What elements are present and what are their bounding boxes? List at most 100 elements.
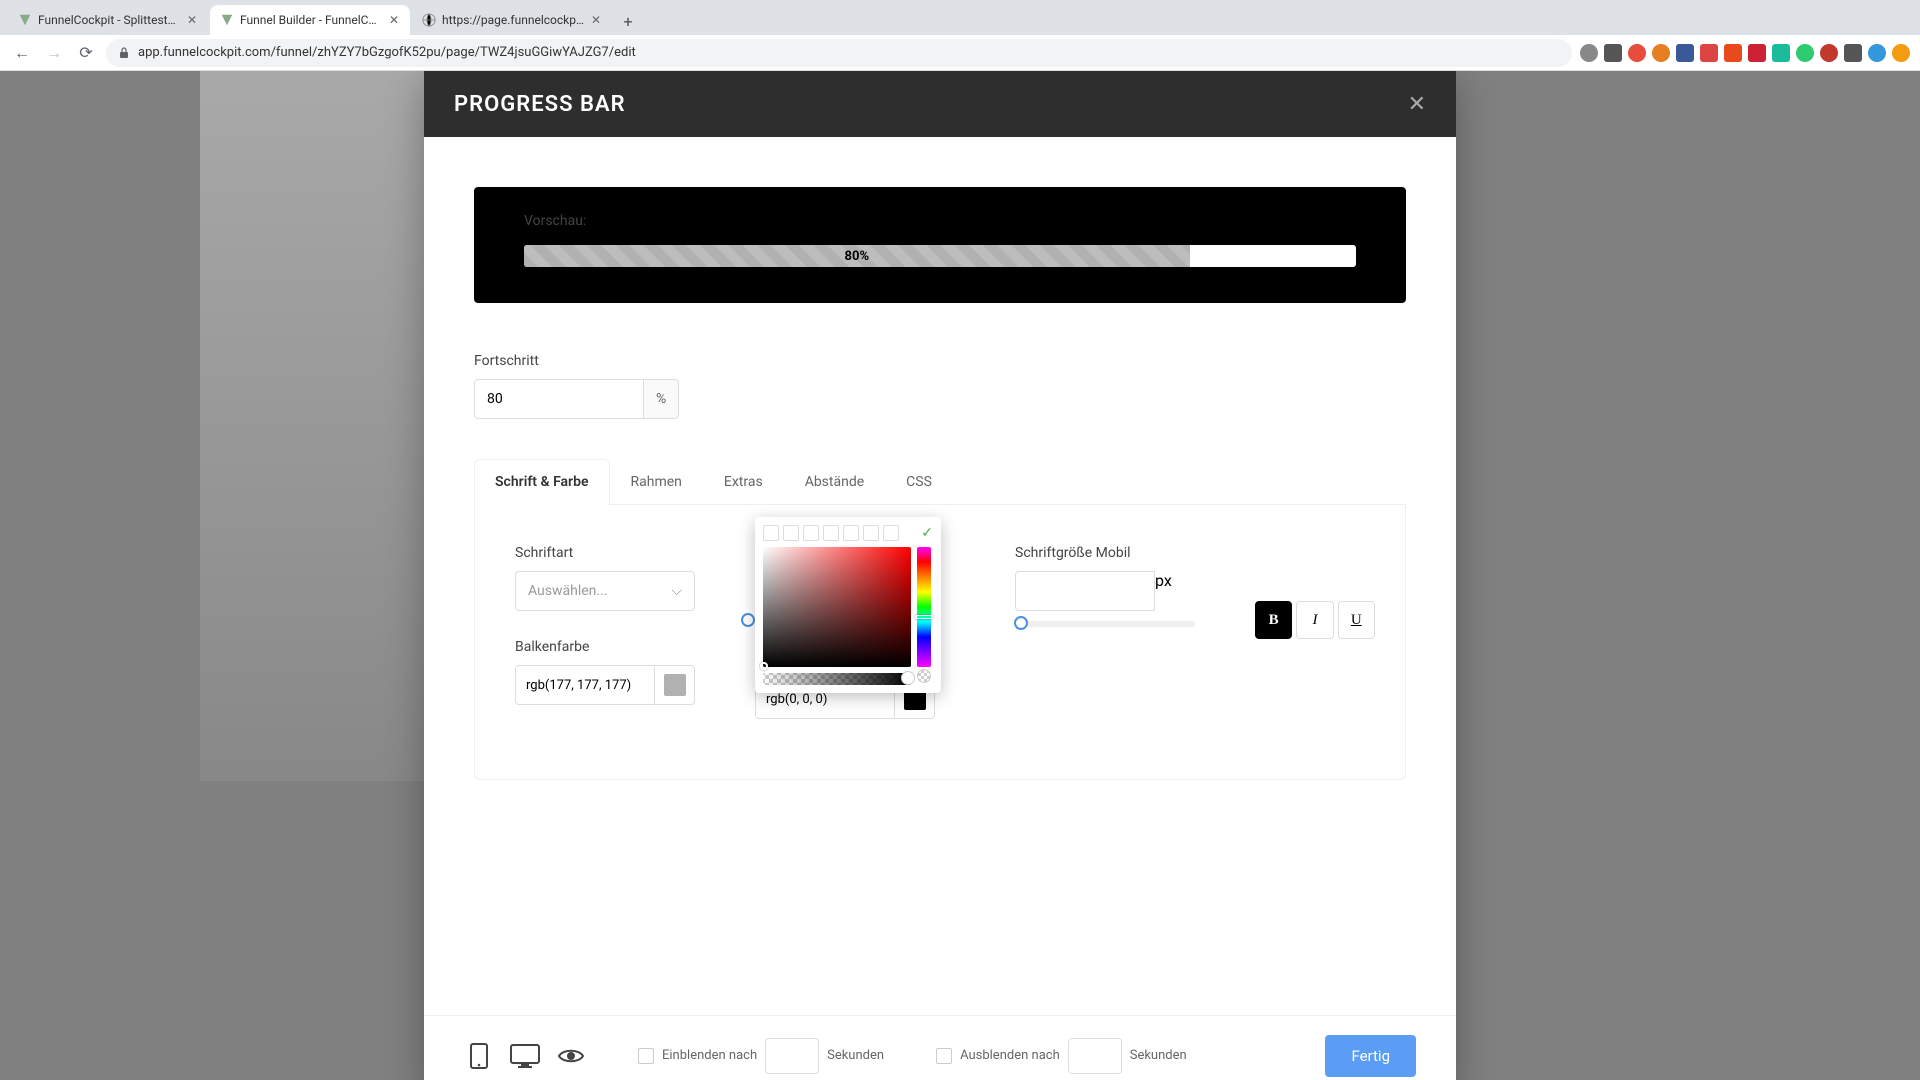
- reload-button[interactable]: ⟳: [74, 41, 98, 65]
- extension-icon[interactable]: [1724, 44, 1742, 62]
- einblenden-input[interactable]: [765, 1038, 819, 1074]
- color-swatch-preset[interactable]: [803, 525, 819, 541]
- bold-button[interactable]: B: [1255, 601, 1292, 639]
- eye-icon[interactable]: [556, 1041, 586, 1071]
- close-icon[interactable]: ✕: [388, 14, 400, 26]
- ausblenden-checkbox[interactable]: [936, 1048, 952, 1064]
- color-picker: ✓: [755, 517, 941, 693]
- modal-body: Vorschau: 80% Fortschritt % Schri: [424, 137, 1456, 1015]
- progress-unit: %: [644, 379, 679, 419]
- desktop-icon[interactable]: [510, 1041, 540, 1071]
- progress-label: Fortschritt: [474, 353, 1406, 369]
- extension-icon[interactable]: [1820, 44, 1838, 62]
- sekunden-label: Sekunden: [1130, 1048, 1187, 1063]
- saturation-picker[interactable]: [763, 547, 911, 667]
- progress-bar-modal: PROGRESS BAR ✕ Vorschau: 80% Fortschritt: [424, 71, 1456, 1080]
- mobile-icon[interactable]: [464, 1041, 494, 1071]
- slider-handle[interactable]: [1014, 616, 1028, 630]
- einblenden-label: Einblenden nach: [662, 1048, 757, 1063]
- tab-panel: Schriftart Auswählen... ⌵ Balkenfarbe: [474, 505, 1406, 780]
- extension-icon[interactable]: [1748, 44, 1766, 62]
- site-icon: [220, 13, 234, 27]
- preview-label: Vorschau:: [524, 213, 1356, 229]
- schriftart-label: Schriftart: [515, 545, 715, 561]
- extension-icon[interactable]: [1580, 44, 1598, 62]
- color-swatch-preset[interactable]: [863, 525, 879, 541]
- saturation-cursor[interactable]: [760, 662, 768, 670]
- extension-icon[interactable]: [1628, 44, 1646, 62]
- tab-css[interactable]: CSS: [885, 459, 953, 504]
- tab-title: Funnel Builder - FunnelCockpit: [240, 13, 382, 27]
- select-placeholder: Auswählen...: [528, 583, 607, 599]
- progress-input[interactable]: [474, 379, 644, 419]
- ausblenden-input[interactable]: [1068, 1038, 1122, 1074]
- color-swatch-preset[interactable]: [783, 525, 799, 541]
- alpha-reset[interactable]: [917, 669, 931, 683]
- site-icon: [18, 13, 32, 27]
- settings-tabs: Schrift & Farbe Rahmen Extras Abstände C…: [474, 459, 1406, 505]
- progress-field: Fortschritt %: [474, 353, 1406, 419]
- globe-icon: [422, 13, 436, 27]
- extensions-row: [1580, 44, 1910, 62]
- tab-rahmen[interactable]: Rahmen: [610, 459, 703, 504]
- progress-track: 80%: [524, 245, 1356, 267]
- modal-title: PROGRESS BAR: [454, 92, 626, 117]
- close-icon[interactable]: ✕: [186, 14, 198, 26]
- hue-slider[interactable]: [917, 547, 931, 667]
- close-icon[interactable]: ✕: [1408, 92, 1426, 117]
- new-tab-button[interactable]: +: [614, 7, 642, 35]
- balkenfarbe-input[interactable]: [515, 665, 655, 705]
- balkenfarbe-swatch[interactable]: [655, 665, 695, 705]
- color-swatch-preset[interactable]: [763, 525, 779, 541]
- browser-tab[interactable]: https://page.funnelcockpit.co ✕: [412, 5, 612, 35]
- modal-header: PROGRESS BAR ✕: [424, 71, 1456, 137]
- preview-panel: Vorschau: 80%: [474, 187, 1406, 303]
- close-icon[interactable]: ✕: [590, 14, 602, 26]
- chevron-down-icon: ⌵: [671, 583, 682, 599]
- modal-footer: Einblenden nach Sekunden Ausblenden nach…: [424, 1015, 1456, 1080]
- extension-icon[interactable]: [1772, 44, 1790, 62]
- size-unit: px: [1155, 571, 1172, 611]
- lock-icon: [118, 47, 130, 59]
- slider-handle[interactable]: [741, 613, 755, 627]
- einblenden-checkbox[interactable]: [638, 1048, 654, 1064]
- avatar-icon[interactable]: [1868, 44, 1886, 62]
- format-buttons: B I U: [1255, 601, 1375, 639]
- color-swatch-preset[interactable]: [823, 525, 839, 541]
- underline-button[interactable]: U: [1338, 601, 1375, 639]
- done-button[interactable]: Fertig: [1325, 1035, 1416, 1077]
- browser-tabbar: FunnelCockpit - Splittests, Ma ✕ Funnel …: [0, 0, 1920, 35]
- hue-cursor[interactable]: [915, 615, 933, 619]
- browser-tab[interactable]: FunnelCockpit - Splittests, Ma ✕: [8, 5, 208, 35]
- alpha-cursor[interactable]: [901, 671, 915, 685]
- color-swatch-preset[interactable]: [883, 525, 899, 541]
- tab-extras[interactable]: Extras: [703, 459, 784, 504]
- extension-icon[interactable]: [1844, 44, 1862, 62]
- background-image: [200, 71, 460, 781]
- size-mobil-input[interactable]: [1015, 571, 1155, 611]
- tab-abstaende[interactable]: Abstände: [784, 459, 885, 504]
- extension-icon[interactable]: [1796, 44, 1814, 62]
- extension-icon[interactable]: [1652, 44, 1670, 62]
- ausblenden-label: Ausblenden nach: [960, 1048, 1060, 1063]
- extension-icon[interactable]: [1604, 44, 1622, 62]
- browser-toolbar: ← → ⟳ app.funnelcockpit.com/funnel/zhYZY…: [0, 35, 1920, 71]
- balkenfarbe-label: Balkenfarbe: [515, 639, 715, 655]
- extension-icon[interactable]: [1892, 44, 1910, 62]
- back-button[interactable]: ←: [10, 41, 34, 65]
- address-bar[interactable]: app.funnelcockpit.com/funnel/zhYZY7bGzgo…: [106, 39, 1572, 67]
- tab-schrift-farbe[interactable]: Schrift & Farbe: [474, 459, 610, 505]
- browser-tab[interactable]: Funnel Builder - FunnelCockpit ✕: [210, 5, 410, 35]
- check-icon[interactable]: ✓: [921, 525, 933, 541]
- alpha-slider[interactable]: [763, 673, 911, 685]
- extension-icon[interactable]: [1700, 44, 1718, 62]
- sekunden-label: Sekunden: [827, 1048, 884, 1063]
- size-slider[interactable]: [1015, 621, 1195, 627]
- italic-button[interactable]: I: [1296, 601, 1333, 639]
- size-mobil-label: Schriftgröße Mobil: [1015, 545, 1215, 561]
- color-swatch-preset[interactable]: [843, 525, 859, 541]
- schriftart-select[interactable]: Auswählen... ⌵: [515, 571, 695, 611]
- tab-title: https://page.funnelcockpit.co: [442, 13, 584, 27]
- forward-button[interactable]: →: [42, 41, 66, 65]
- extension-icon[interactable]: [1676, 44, 1694, 62]
